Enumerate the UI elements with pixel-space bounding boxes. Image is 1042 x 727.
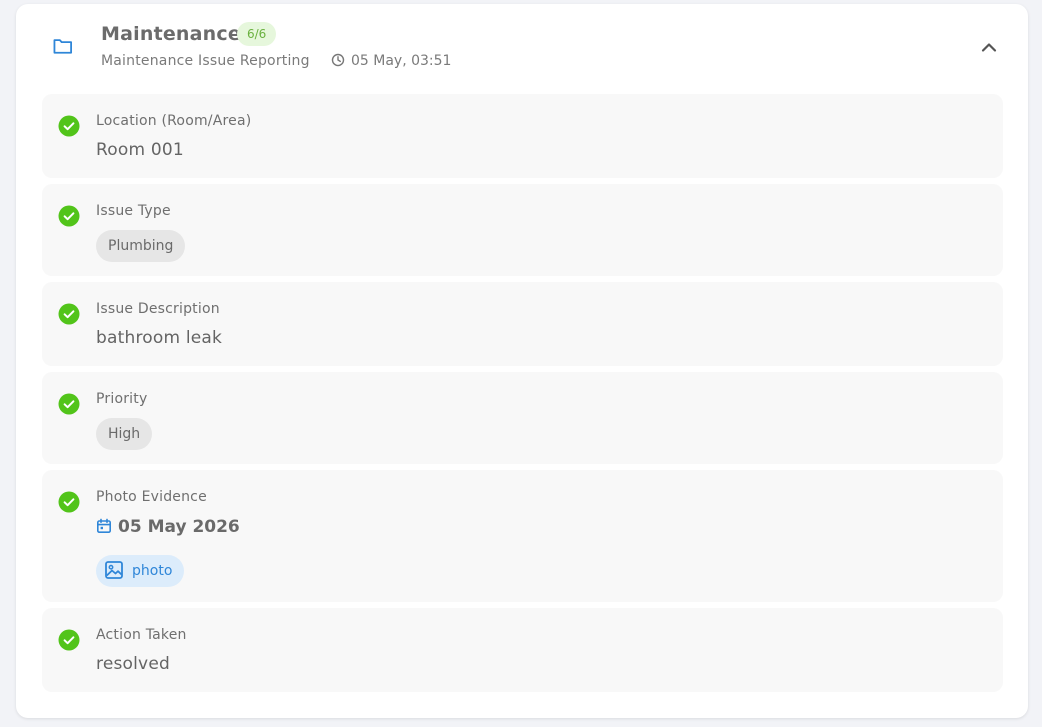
calendar-icon: [96, 518, 111, 533]
field-label: Issue Description: [96, 301, 220, 317]
priority-chip: High: [96, 418, 153, 450]
field-issue-type: Issue Type Plumbing: [42, 184, 1003, 276]
check-circle-icon: [58, 303, 80, 325]
field-photo-evidence: Photo Evidence 05 May 2026 photo: [42, 470, 1003, 602]
photo-date-text: 05 May 2026: [118, 517, 240, 537]
clock-icon: [331, 53, 345, 67]
timestamp: 05 May, 03:51: [331, 53, 451, 69]
field-location: Location (Room/Area) Room 001: [42, 94, 1003, 178]
field-priority: Priority High: [42, 372, 1003, 464]
image-icon: [105, 561, 123, 579]
field-label: Issue Type: [96, 203, 171, 219]
field-label: Priority: [96, 391, 148, 407]
section-header[interactable]: Maintenance 6/6 Maintenance Issue Report…: [16, 4, 1028, 94]
completion-badge: 6/6: [237, 22, 277, 46]
field-value: bathroom leak: [96, 328, 223, 348]
check-circle-icon: [58, 629, 80, 651]
check-circle-icon: [58, 115, 80, 137]
timestamp-text: 05 May, 03:51: [351, 53, 452, 69]
folder-icon: [53, 39, 73, 54]
field-label: Location (Room/Area): [96, 113, 252, 129]
field-value: resolved: [96, 654, 170, 674]
check-circle-icon: [58, 205, 80, 227]
field-label: Photo Evidence: [96, 489, 207, 505]
field-label: Action Taken: [96, 627, 187, 643]
check-circle-icon: [58, 491, 80, 513]
field-value: Room 001: [96, 140, 184, 160]
field-issue-description: Issue Description bathroom leak: [42, 282, 1003, 366]
photo-date: 05 May 2026: [96, 517, 240, 537]
photo-attachment-label: photo: [132, 563, 173, 579]
check-circle-icon: [58, 393, 80, 415]
field-action-taken: Action Taken resolved: [42, 608, 1003, 692]
section-subtitle: Maintenance Issue Reporting: [101, 53, 310, 69]
photo-attachment[interactable]: photo: [96, 555, 185, 587]
chevron-up-icon[interactable]: [978, 38, 1000, 56]
section-title: Maintenance: [101, 23, 241, 45]
maintenance-card: Maintenance 6/6 Maintenance Issue Report…: [16, 4, 1028, 718]
issue-type-chip: Plumbing: [96, 230, 186, 262]
